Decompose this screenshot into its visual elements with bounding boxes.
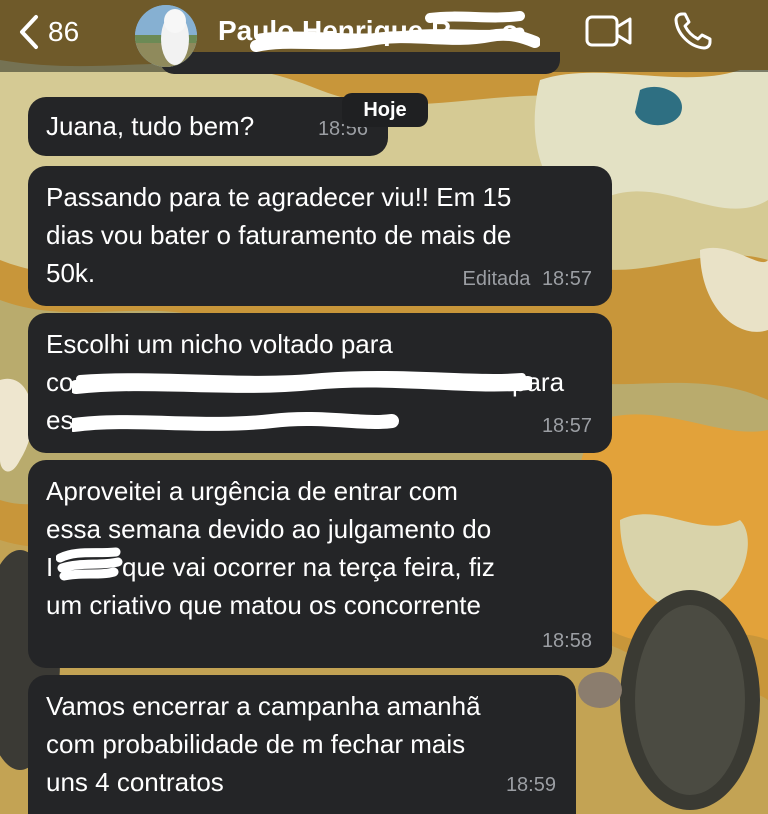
message-bubble[interactable]: Escolhi um nicho voltado para co para es… bbox=[28, 313, 612, 453]
message-time: 18:58 bbox=[541, 630, 592, 652]
message-bubble[interactable]: Passando para te agradecer viu!! Em 15 d… bbox=[28, 166, 612, 306]
message-bubble[interactable]: Aproveitei a urgência de entrar com essa… bbox=[28, 460, 612, 668]
message-text: essa semana devido ao julgamento do bbox=[46, 514, 492, 544]
message-text: um criativo que matou os concorrente bbox=[46, 590, 481, 620]
video-camera-icon bbox=[585, 15, 632, 47]
message-text: Escolhi um nicho voltado para bbox=[46, 329, 393, 359]
redaction-scribble bbox=[56, 547, 123, 581]
message-meta: Editada 18:57 bbox=[463, 260, 592, 298]
edited-label: Editada bbox=[462, 268, 531, 290]
message-text: Vamos encerrar a campanha amanhã com pro… bbox=[46, 691, 481, 797]
message-bubble[interactable]: Vamos encerrar a campanha amanhã com pro… bbox=[28, 675, 576, 814]
phone-icon bbox=[674, 12, 712, 50]
unread-count: 86 bbox=[48, 16, 80, 47]
back-button[interactable]: 86 bbox=[18, 14, 79, 50]
message-time: 18:57 bbox=[541, 268, 592, 290]
message-text-fragment: que vai ocorrer na terça feira, fiz bbox=[122, 552, 495, 582]
message-text: Aproveitei a urgência de entrar com bbox=[46, 476, 458, 506]
chat-header: 86 Paulo Henrique Ro bbox=[0, 0, 768, 74]
chevron-left-icon bbox=[20, 15, 38, 49]
message-bubble[interactable]: Juana, tudo bem? 18:56 bbox=[28, 97, 388, 156]
message-time: 18:57 bbox=[541, 415, 592, 437]
redaction-scribble bbox=[250, 11, 540, 52]
voice-call-button[interactable] bbox=[672, 10, 714, 57]
date-separator: Hoje bbox=[342, 93, 428, 127]
message-time: 18:59 bbox=[505, 774, 556, 796]
redaction-scribble bbox=[72, 371, 532, 432]
video-call-button[interactable] bbox=[584, 12, 634, 55]
message-text-fragment: es bbox=[46, 405, 74, 435]
message-text-fragment: co bbox=[46, 367, 74, 397]
avatar[interactable] bbox=[135, 5, 197, 67]
message-text-fragment: I bbox=[46, 552, 54, 582]
